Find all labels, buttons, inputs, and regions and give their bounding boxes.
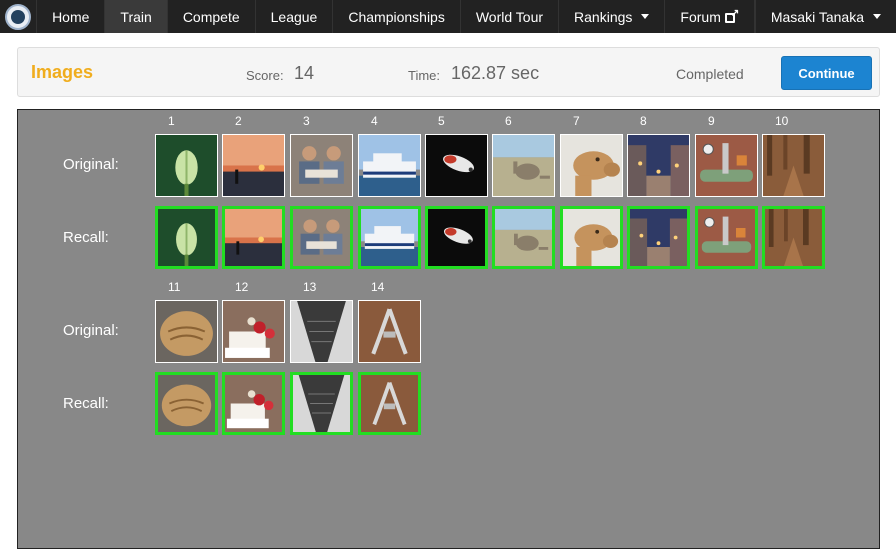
continue-button[interactable]: Continue — [781, 56, 872, 90]
image-number-14: 14 — [371, 280, 385, 294]
recall-image-3 — [290, 206, 353, 269]
time-label: Time: — [408, 68, 441, 83]
image-number-5: 5 — [438, 114, 445, 128]
site-logo[interactable] — [0, 0, 38, 33]
image-number-3: 3 — [303, 114, 310, 128]
nav-championships[interactable]: Championships — [333, 0, 461, 33]
recall-image-6 — [492, 206, 555, 269]
score-label: Score: — [246, 68, 284, 83]
recall-image-4 — [358, 206, 421, 269]
nav-compete[interactable]: Compete — [168, 0, 256, 33]
nav-train[interactable]: Train — [105, 0, 168, 33]
nav-forum[interactable]: Forum ↗ — [665, 0, 755, 33]
image-number-6: 6 — [505, 114, 512, 128]
time-value: 162.87 sec — [451, 63, 540, 83]
image-number-2: 2 — [235, 114, 242, 128]
original-image-6 — [492, 134, 555, 197]
nav-league[interactable]: League — [256, 0, 334, 33]
original-image-8 — [627, 134, 690, 197]
recall-image-10 — [762, 206, 825, 269]
top-navbar: Home Train Compete League Championships … — [0, 0, 896, 33]
nav-rankings[interactable]: Rankings — [559, 0, 666, 33]
recall-results-board: Original: Recall: Original: Recall: 1234… — [17, 109, 880, 549]
recall-image-5 — [425, 206, 488, 269]
result-header: Images Score: 14 Time: 162.87 sec Comple… — [17, 47, 880, 97]
score-value: 14 — [294, 63, 315, 83]
recall-image-8 — [627, 206, 690, 269]
image-number-1: 1 — [168, 114, 175, 128]
recall-image-1 — [155, 206, 218, 269]
image-number-10: 10 — [775, 114, 789, 128]
user-name: Masaki Tanaka — [770, 8, 864, 25]
original-image-4 — [358, 134, 421, 197]
chevron-down-icon — [641, 14, 650, 19]
image-number-12: 12 — [235, 280, 249, 294]
original-image-10 — [762, 134, 825, 197]
recall-image-12 — [222, 372, 285, 435]
image-number-7: 7 — [573, 114, 580, 128]
original-image-12 — [222, 300, 285, 363]
recall-image-9 — [695, 206, 758, 269]
original-image-13 — [290, 300, 353, 363]
nav-rankings-label: Rankings — [574, 8, 633, 25]
external-link-icon: ↗ — [724, 8, 739, 24]
original-image-7 — [560, 134, 623, 197]
nav-forum-label: Forum — [680, 8, 721, 25]
page-title: Images — [31, 62, 94, 82]
original-image-2 — [222, 134, 285, 197]
original-image-3 — [290, 134, 353, 197]
recall-image-7 — [560, 206, 623, 269]
user-chevron-down-icon — [873, 14, 881, 19]
recall-image-11 — [155, 372, 218, 435]
original-image-9 — [695, 134, 758, 197]
image-number-13: 13 — [303, 280, 317, 294]
original-image-1 — [155, 134, 218, 197]
original-image-14 — [358, 300, 421, 363]
original-image-11 — [155, 300, 218, 363]
image-number-9: 9 — [708, 114, 715, 128]
original-image-5 — [425, 134, 488, 197]
status-text: Completed — [676, 66, 744, 82]
recall-image-2 — [222, 206, 285, 269]
nav-world-tour[interactable]: World Tour — [461, 0, 560, 33]
nav-home[interactable]: Home — [37, 0, 106, 33]
user-menu[interactable]: Masaki Tanaka — [754, 0, 896, 33]
logo-icon — [5, 3, 32, 30]
recall-image-14 — [358, 372, 421, 435]
image-number-4: 4 — [371, 114, 378, 128]
image-number-11: 11 — [168, 280, 181, 294]
recall-image-13 — [290, 372, 353, 435]
image-number-8: 8 — [640, 114, 647, 128]
